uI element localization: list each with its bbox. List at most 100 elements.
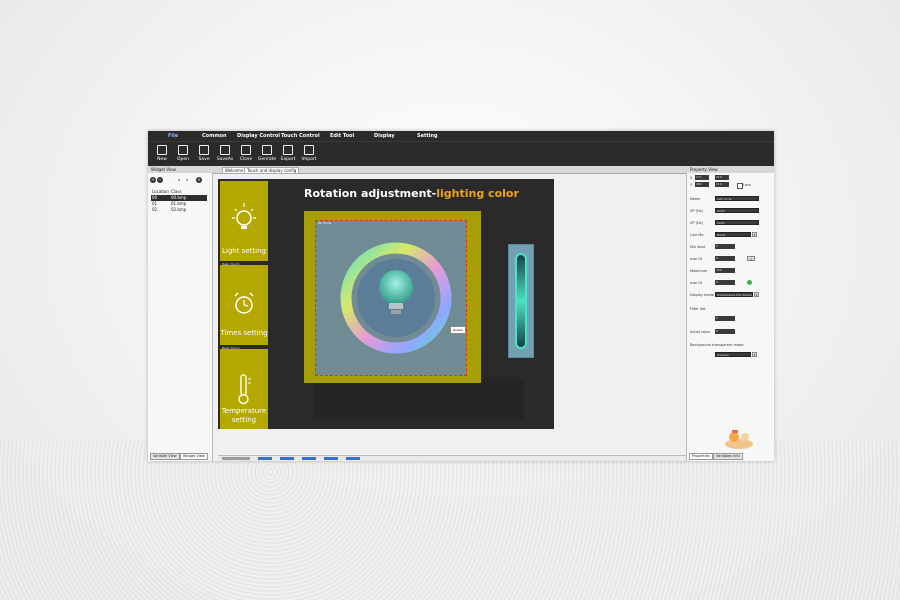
tab-welcome[interactable]: Welcome	[222, 167, 247, 174]
filter-input[interactable]: 0	[715, 316, 735, 321]
import-icon	[304, 145, 314, 155]
prop-label: Line Mo	[690, 233, 704, 237]
display-mode-select[interactable]: Overlapping the display	[715, 292, 753, 297]
x-input[interactable]: 271	[695, 175, 709, 180]
remove-icon[interactable]: −	[157, 177, 163, 183]
menu-file[interactable]: File	[168, 133, 178, 139]
prop-label: Icon ID	[690, 281, 703, 285]
y-label: Y	[690, 183, 693, 187]
horizontal-scrollbar[interactable]	[218, 455, 708, 461]
close-button[interactable]: Close	[235, 145, 257, 162]
icon-id-input[interactable]: 0	[715, 256, 735, 261]
panel-header-strip: Widget View Welcome Touch and display co…	[148, 166, 774, 174]
import-button[interactable]: Import	[298, 145, 320, 162]
toolbar: New Open Save SaveAs Close Genrate Expor…	[148, 141, 774, 166]
temperature-setting-card[interactable]: Basic Touch Temperature setting	[220, 346, 268, 429]
chevron-down-icon[interactable]: ▾	[754, 292, 759, 297]
export-icon	[283, 145, 293, 155]
background-sofa-image	[314, 379, 524, 419]
thermometer-icon	[238, 374, 251, 405]
color-ring[interactable]	[336, 233, 456, 363]
prop-label: Display mode	[690, 293, 714, 297]
save-label: Save	[198, 157, 210, 162]
widget-view-panel: + − ∧ ∨ × Location Class 00 00.bmp 01 01…	[148, 173, 213, 461]
initial-value-input[interactable]: 0	[715, 329, 735, 334]
menu-display[interactable]: Display	[374, 133, 395, 139]
times-card-caption: Basic Touch	[222, 262, 240, 266]
browse-icon-button[interactable]: ◻	[747, 256, 755, 261]
light-setting-card[interactable]: Light setting	[220, 181, 268, 261]
save-icon	[199, 145, 209, 155]
save-as-icon	[220, 145, 230, 155]
application-window: File Common Display Control Touch Contro…	[148, 131, 774, 461]
tab-properties[interactable]: Properties	[689, 453, 713, 460]
times-setting-label: Times setting	[220, 329, 268, 337]
tab-touch-display-config[interactable]: Touch and display config	[244, 167, 300, 174]
h-input[interactable]: 210	[715, 182, 729, 187]
chevron-down-icon[interactable]: ▾	[752, 232, 757, 237]
color-slider[interactable]	[515, 253, 527, 349]
vp-dec-field[interactable]: 0x00	[715, 220, 759, 225]
prop-label: Icon ID	[690, 257, 703, 261]
property-view-panel: X 271 210 Y 280 210 Lock Name Left circl…	[686, 173, 774, 461]
export-button[interactable]: Export	[277, 145, 299, 162]
saveas-label: SaveAs	[216, 157, 234, 162]
menu-edit-tool[interactable]: Edit Tool	[330, 133, 354, 139]
save-button[interactable]: Save	[193, 145, 215, 162]
scroll-marker	[280, 457, 294, 460]
saveas-button[interactable]: SaveAs	[214, 145, 236, 162]
arrow-down-icon[interactable]: ∨	[184, 177, 190, 183]
arrow-up-icon[interactable]: ∧	[176, 177, 182, 183]
filter-set-label: Filter Set	[690, 307, 706, 311]
new-label: New	[157, 157, 167, 162]
open-label: Open	[176, 157, 190, 162]
title-main: Rotation adjustment-	[304, 187, 437, 200]
temperature-card-caption: Basic Touch	[222, 346, 240, 350]
maximum-input[interactable]: 100	[715, 268, 735, 273]
tab-variables-info[interactable]: Variables Info	[713, 453, 743, 460]
times-setting-card[interactable]: Basic Touch Times setting	[220, 262, 268, 345]
tab-variable-view[interactable]: Variable View	[150, 453, 180, 460]
icon-id-2-input[interactable]: 0	[715, 280, 735, 285]
menu-setting[interactable]: Setting	[417, 133, 438, 139]
widget-table: Location Class 00 00.bmp 01 01.bmp 02 02…	[151, 189, 207, 213]
new-file-icon	[157, 145, 167, 155]
widget-toolbar: + − ∧ ∨ ×	[150, 176, 210, 185]
bulb-icon	[379, 270, 413, 304]
menu-display-control[interactable]: Display Control	[237, 133, 280, 139]
prop-label: Min start	[690, 245, 706, 249]
prop-label: Name	[690, 197, 701, 201]
status-ok-icon[interactable]	[747, 280, 752, 285]
vp-hex-field[interactable]: 0x00	[715, 208, 759, 213]
vertical-slider-frame	[508, 244, 534, 358]
new-button[interactable]: New	[151, 145, 173, 162]
line-mode-select[interactable]: Blank	[715, 232, 751, 237]
name-field[interactable]: Left circle	[715, 196, 759, 201]
design-canvas[interactable]: Light setting Basic Touch Times setting …	[218, 179, 554, 429]
lightbulb-icon	[232, 203, 256, 229]
tab-widget-view[interactable]: Widget View	[180, 453, 208, 460]
add-icon[interactable]: +	[150, 177, 156, 183]
menu-touch-control[interactable]: Touch Control	[281, 133, 320, 139]
delete-icon[interactable]: ×	[196, 177, 202, 183]
chevron-down-icon[interactable]: ▾	[752, 352, 757, 357]
open-button[interactable]: Open	[172, 145, 194, 162]
property-view-title: Property View	[690, 167, 718, 172]
y-input[interactable]: 280	[695, 182, 709, 187]
alarm-clock-icon	[234, 292, 254, 314]
menu-common[interactable]: Common	[202, 133, 227, 139]
folder-icon	[178, 145, 188, 155]
bg-mode-select[interactable]: Overlap	[715, 352, 751, 357]
min-start-input[interactable]: 0	[715, 244, 735, 249]
rotate-tooltip: Rotate	[450, 326, 466, 334]
widget-view-title: Widget View	[151, 167, 176, 172]
w-input[interactable]: 210	[715, 175, 729, 180]
x-label: X	[690, 176, 693, 180]
lock-label: Lock	[743, 183, 751, 187]
table-row[interactable]: 02 02.bmp	[151, 207, 207, 213]
mascot-logo-icon	[725, 430, 753, 449]
right-panel-tabs: Properties Variables Info	[687, 453, 774, 460]
scrollbar-thumb[interactable]	[222, 457, 250, 460]
genrate-button[interactable]: Genrate	[256, 145, 278, 162]
close-label: Close	[239, 157, 253, 162]
